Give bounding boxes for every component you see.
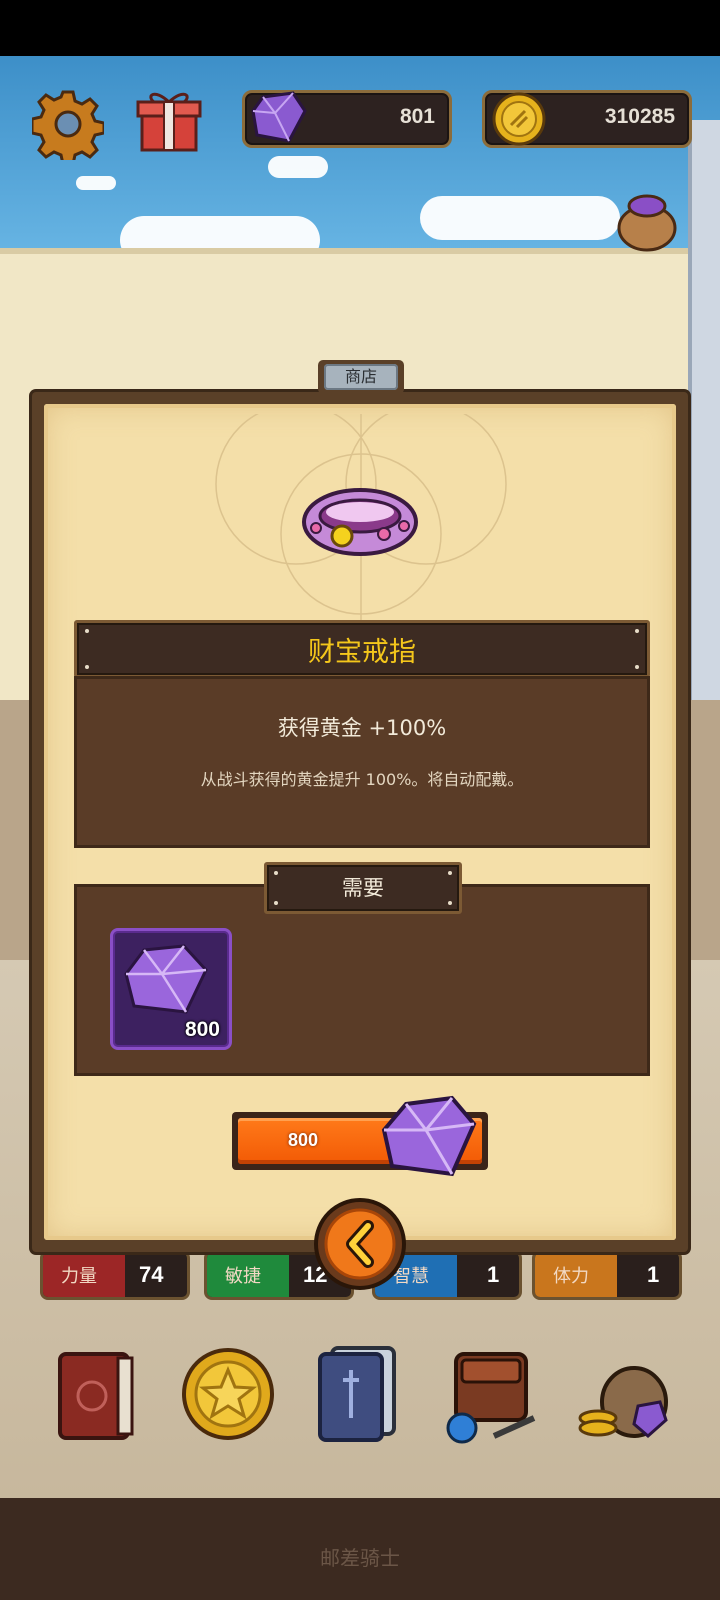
stat-label: 体力 [535,1253,617,1297]
treasure-ring-icon [302,488,418,556]
gold-coin-icon [492,92,546,146]
requirement-count: 800 [184,1018,220,1041]
stat-value: 1 [647,1262,660,1287]
buy-price: 800 [288,1130,319,1150]
purple-gem-icon [124,944,208,1014]
gem-counter: 801 [242,90,452,148]
castle-tower [688,120,720,760]
gear-icon[interactable] [32,88,104,160]
stat-label: 力量 [43,1253,125,1297]
stat-value: 1 [487,1262,500,1287]
item-description-box [74,676,650,848]
stat-strength: 力量 74 [40,1250,190,1300]
stat-label: 敏捷 [207,1253,289,1297]
back-button[interactable] [312,1196,408,1292]
stat-value: 74 [139,1262,164,1287]
gift-icon[interactable] [134,86,204,156]
gem-bag-icon[interactable] [612,184,682,254]
loot-bag-icon[interactable] [576,1340,676,1446]
chevron-left-icon [314,1198,406,1290]
gem-count: 801 [399,105,435,128]
gold-count: 310285 [604,105,675,128]
status-bar [0,0,720,56]
item-effect: 获得黄金 +100% [277,716,447,740]
requirement-label: 需要 [342,876,384,900]
gold-counter: 310285 [482,90,692,148]
backpack-icon[interactable] [438,1340,542,1446]
star-coin-icon[interactable] [180,1340,276,1446]
purple-gem-icon [251,91,307,143]
purple-gem-icon [381,1095,477,1177]
book-icon[interactable] [48,1340,144,1446]
stat-stamina: 体力 1 [532,1250,682,1300]
item-description: 从战斗获得的黄金提升 100%。将自动配戴。 [200,770,524,789]
item-name: 财宝戒指 [308,637,416,668]
bottom-bar-title: 邮差骑士 [320,1546,400,1570]
shop-tab: 商店 [324,364,398,390]
card-deck-icon[interactable] [312,1340,408,1446]
